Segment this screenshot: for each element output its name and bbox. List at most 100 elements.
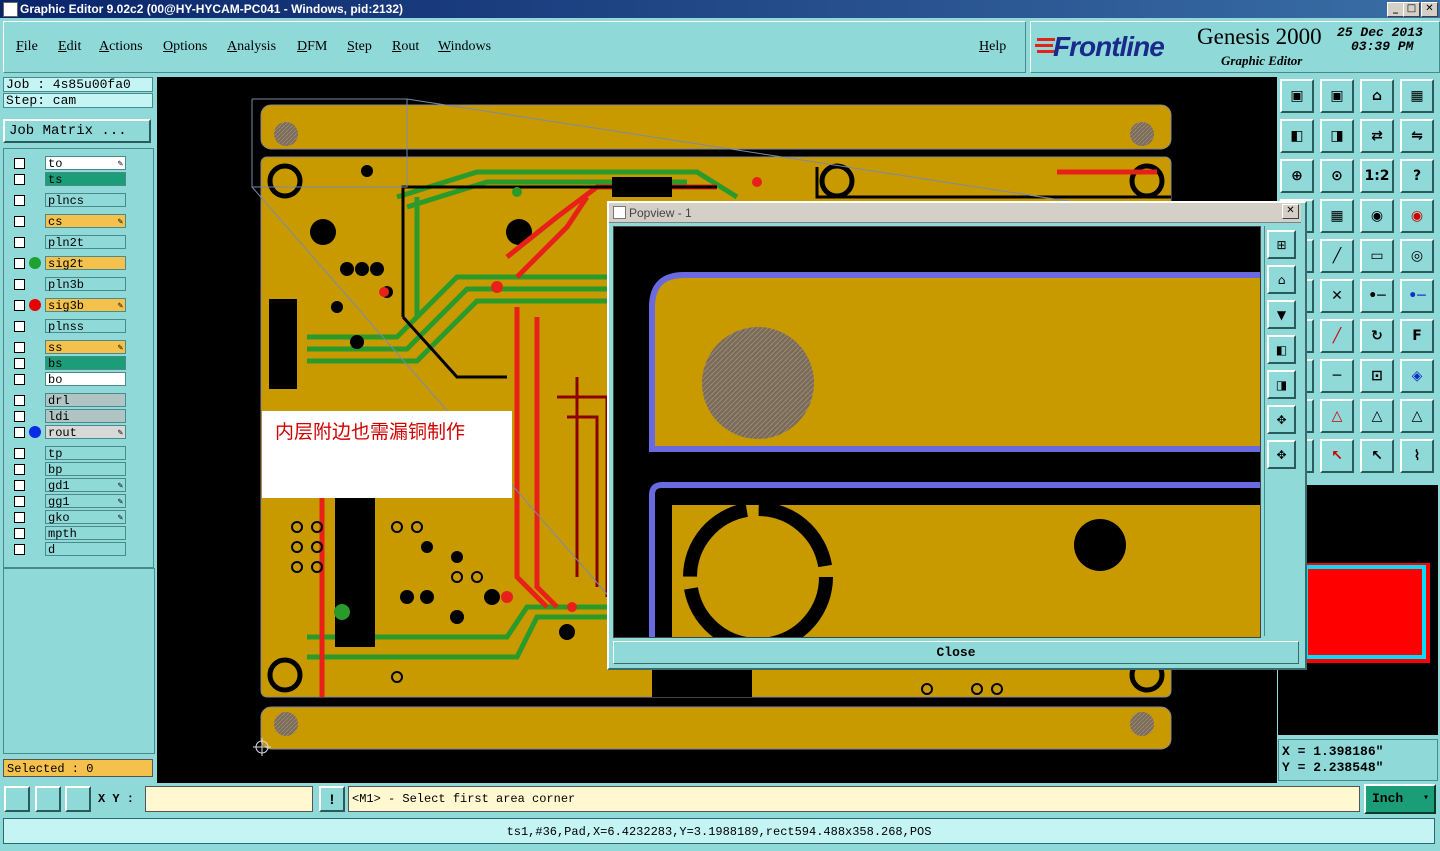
connect-dot-blue-icon[interactable]: •─ [1400, 279, 1434, 313]
layer-row-pln3b[interactable]: pln3b [12, 277, 127, 292]
layer-name[interactable]: cs ✎ [45, 214, 126, 229]
layer-checkbox[interactable] [14, 464, 25, 475]
layer-row-gko[interactable]: gko ✎ [12, 510, 127, 525]
layer-row-gd1[interactable]: gd1 ✎ [12, 478, 127, 493]
layer-name[interactable]: ss ✎ [45, 340, 126, 355]
layer-checkbox[interactable] [14, 258, 25, 269]
layer-row-rout[interactable]: rout ✎ [12, 425, 127, 440]
panel-icon[interactable]: ▦ [1400, 79, 1434, 113]
layer-name[interactable]: gko ✎ [45, 510, 126, 525]
layer-checkbox[interactable] [14, 528, 25, 539]
layer-row-to[interactable]: to ✎ [12, 156, 127, 171]
layer-checkbox[interactable] [14, 374, 25, 385]
units-selector[interactable]: Inch ▾ [1364, 784, 1436, 814]
layer-row-bp[interactable]: bp [12, 462, 127, 477]
connect-dot-icon[interactable]: •─ [1360, 279, 1394, 313]
layer-checkbox[interactable] [14, 427, 25, 438]
layer-name[interactable]: bp [45, 462, 126, 477]
popview-zoom-in-icon[interactable]: ⊞ [1267, 230, 1296, 259]
pan-left-icon[interactable]: ◧ [1280, 119, 1314, 153]
zoom-fit-icon[interactable]: ⊕ [1280, 159, 1314, 193]
layer-name[interactable]: pln2t [45, 235, 126, 250]
layer-row-ss[interactable]: ss ✎ [12, 340, 127, 355]
popview-zoom-down-icon[interactable]: ▼ [1267, 300, 1296, 329]
menu-rout[interactable]: Rout [392, 39, 419, 55]
job-matrix-button[interactable]: Job Matrix ... [3, 119, 151, 143]
triangle-a-icon[interactable]: △ [1360, 399, 1394, 433]
layer-checkbox[interactable] [14, 358, 25, 369]
red-line-icon[interactable]: ╱ [1320, 319, 1354, 353]
grid-snap-icon[interactable] [65, 786, 91, 812]
popview-zoom-fit-icon[interactable]: ✥ [1267, 405, 1296, 434]
arc-icon[interactable]: ↻ [1360, 319, 1394, 353]
layer-row-bs[interactable]: bs [12, 356, 127, 371]
menu-dfm[interactable]: DFM [297, 39, 327, 55]
layer-name[interactable]: mpth [45, 526, 126, 541]
swap-icon[interactable]: ⇋ [1400, 119, 1434, 153]
close-window-button[interactable]: ✕ [1421, 2, 1438, 17]
layer-name[interactable]: rout ✎ [45, 425, 126, 440]
layer-checkbox[interactable] [14, 321, 25, 332]
popview-pan-right-icon[interactable]: ◨ [1267, 370, 1296, 399]
minimize-button[interactable]: _ [1387, 2, 1404, 17]
layer-checkbox[interactable] [14, 480, 25, 491]
snap-grid-icon[interactable]: ▦ [1320, 199, 1354, 233]
cross-icon[interactable]: ✕ [1320, 279, 1354, 313]
route-icon[interactable]: ⌇ [1400, 439, 1434, 473]
menu-file[interactable]: File [16, 39, 38, 55]
layer-checkbox[interactable] [14, 300, 25, 311]
measure-box-icon[interactable]: ⊡ [1360, 359, 1394, 393]
layer-checkbox[interactable] [14, 411, 25, 422]
layer-name[interactable]: plnss [45, 319, 126, 334]
layer-row-ldi[interactable]: ldi [12, 409, 127, 424]
mirror-icon[interactable]: ⇄ [1360, 119, 1394, 153]
layer-checkbox[interactable] [14, 237, 25, 248]
zoom-area-icon[interactable] [4, 786, 30, 812]
layer-checkbox[interactable] [14, 544, 25, 555]
popview-canvas[interactable] [613, 226, 1261, 638]
layer-name[interactable]: sig3b ✎ [45, 298, 126, 313]
layer-checkbox[interactable] [14, 512, 25, 523]
popview-close-button[interactable]: Close [613, 641, 1299, 664]
menu-edit[interactable]: Edit [58, 39, 81, 55]
layer-name[interactable]: sig2t [45, 256, 126, 271]
layer-row-plnss[interactable]: plnss [12, 319, 127, 334]
popview-window[interactable]: Popview - 1 ✕ ⊞ ⌂ ▼ ◧ ◨ ✥ ✥ Close [607, 201, 1307, 670]
layer-row-cs[interactable]: cs ✎ [12, 214, 127, 229]
home-icon[interactable]: ⌂ [1360, 79, 1394, 113]
exclamation-button[interactable]: ! [319, 786, 345, 812]
layer-name[interactable]: bo [45, 372, 126, 387]
maximize-button[interactable]: □ [1403, 2, 1420, 17]
layer-name[interactable]: plncs [45, 193, 126, 208]
popview-pan-left-icon[interactable]: ◧ [1267, 335, 1296, 364]
measure-icon[interactable] [35, 786, 61, 812]
triangle-red-icon[interactable]: △ [1320, 399, 1354, 433]
popview-zoom-home-icon[interactable]: ⌂ [1267, 265, 1296, 294]
layer-checkbox[interactable] [14, 279, 25, 290]
layer-row-tp[interactable]: tp [12, 446, 127, 461]
layer-name[interactable]: gg1 ✎ [45, 494, 126, 509]
layer-checkbox[interactable] [14, 395, 25, 406]
zoom-window-icon[interactable]: ▣ [1320, 79, 1354, 113]
layer-row-sig3b[interactable]: sig3b ✎ [12, 298, 127, 313]
menu-windows[interactable]: Windows [438, 39, 491, 55]
layer-name[interactable]: to ✎ [45, 156, 126, 171]
layer-row-mpth[interactable]: mpth [12, 526, 127, 541]
pads-blue-icon[interactable]: ◈ [1400, 359, 1434, 393]
menu-help[interactable]: Help [979, 39, 1006, 55]
help-query-icon[interactable]: ? [1400, 159, 1434, 193]
layer-name[interactable]: pln3b [45, 277, 126, 292]
layer-list-scrollbar[interactable] [128, 148, 154, 568]
select-arrow-red-icon[interactable]: ↖ [1320, 439, 1354, 473]
layer-checkbox[interactable] [14, 216, 25, 227]
circle-pad-icon[interactable]: ◎ [1400, 239, 1434, 273]
layer-name[interactable]: drl [45, 393, 126, 408]
layer-pads-red-icon[interactable]: ◉ [1400, 199, 1434, 233]
layer-row-pln2t[interactable]: pln2t [12, 235, 127, 250]
layer-checkbox[interactable] [14, 174, 25, 185]
layer-checkbox[interactable] [14, 496, 25, 507]
menu-options[interactable]: Options [163, 39, 207, 55]
layer-name[interactable]: ts [45, 172, 126, 187]
layer-name[interactable]: bs [45, 356, 126, 371]
popview-title-bar[interactable]: Popview - 1 ✕ [609, 203, 1301, 223]
